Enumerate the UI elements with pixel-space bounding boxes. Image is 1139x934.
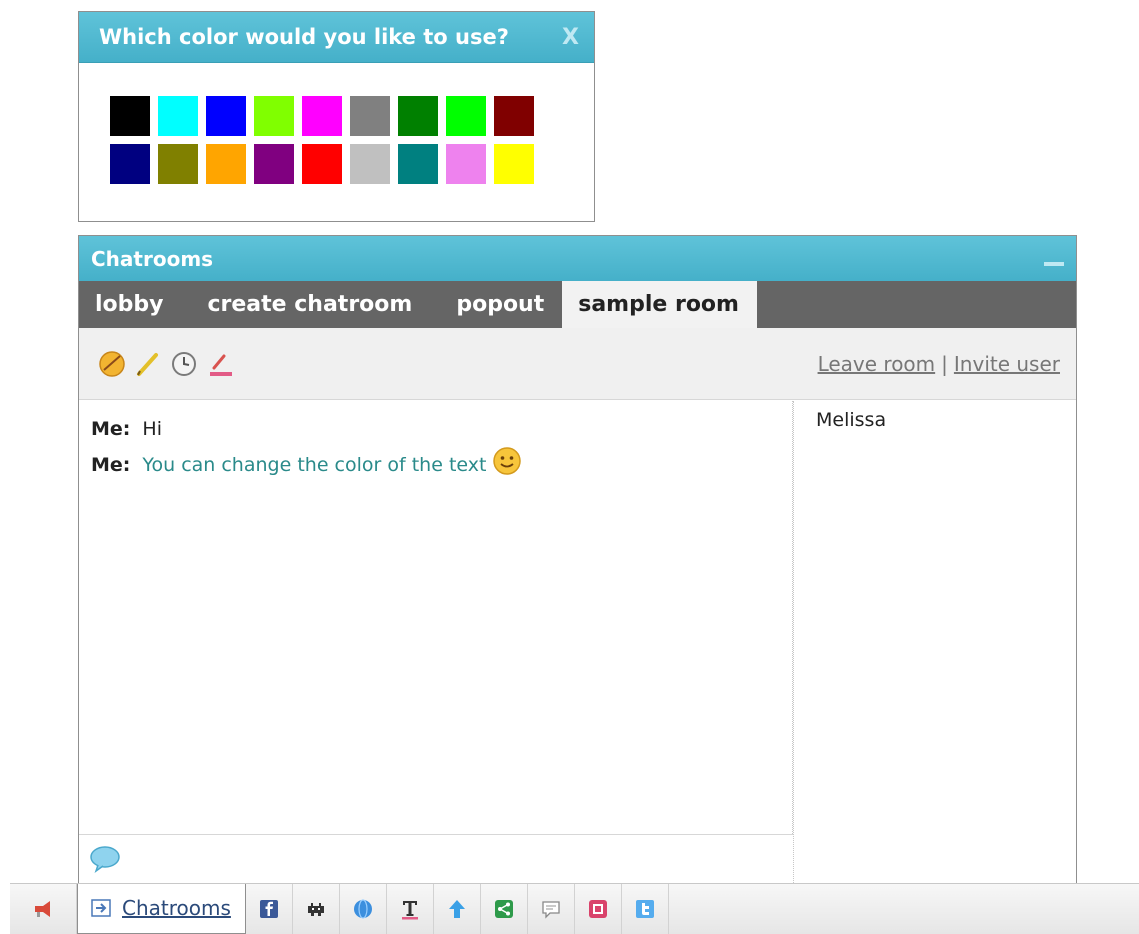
text-format-button[interactable]: [387, 884, 434, 934]
clock-icon: [172, 351, 196, 376]
smiley-icon: [99, 350, 125, 377]
notes-button[interactable]: [575, 884, 622, 934]
color-picker-title: Which color would you like to use?: [99, 25, 509, 49]
smiley-emoticon-icon: [493, 447, 522, 475]
chatrooms-bar-tab[interactable]: Chatrooms: [77, 883, 246, 934]
chatrooms-bar-label: Chatrooms: [122, 896, 231, 920]
chatrooms-icon: [91, 899, 111, 917]
color-swatch[interactable]: [350, 144, 390, 184]
speech-bubble-icon: [90, 846, 120, 873]
globe-icon: [353, 899, 372, 919]
link-separator: |: [941, 351, 948, 376]
user-list: Melissa: [793, 401, 1076, 883]
color-picker-popup: Which color would you like to use? X: [78, 11, 595, 222]
tab-lobby[interactable]: lobby: [79, 281, 192, 328]
chatrooms-title: Chatrooms: [91, 246, 214, 271]
chatrooms-header: Chatrooms: [79, 236, 1076, 281]
message-text: You can change the color of the text: [142, 454, 487, 476]
message-row: Me: Hi: [91, 411, 780, 447]
message-row: Me: You can change the color of the text: [91, 447, 780, 483]
leave-room-link[interactable]: Leave room: [818, 352, 936, 376]
announcements-button[interactable]: [10, 884, 77, 934]
note-icon: [588, 900, 607, 918]
color-swatch[interactable]: [302, 96, 342, 136]
chatroom-tabs: lobby create chatroom popout sample room: [79, 281, 1076, 328]
color-swatch[interactable]: [494, 144, 534, 184]
message-sender: Me:: [91, 454, 131, 476]
upload-arrow-icon: [448, 900, 465, 918]
upload-button[interactable]: [434, 884, 481, 934]
color-swatch[interactable]: [206, 96, 246, 136]
games-button[interactable]: [293, 884, 340, 934]
color-swatch[interactable]: [254, 96, 294, 136]
tab-popout[interactable]: popout: [440, 281, 562, 328]
message-text: Hi: [142, 418, 162, 440]
tab-sample-room[interactable]: sample room: [562, 281, 757, 328]
pencil-icon: [137, 352, 158, 376]
pencil-button[interactable]: [133, 349, 163, 379]
facebook-icon: [259, 900, 278, 918]
minimize-button[interactable]: [1044, 261, 1064, 266]
color-picker-header: Which color would you like to use? X: [79, 12, 594, 63]
invite-user-link[interactable]: Invite user: [954, 352, 1060, 376]
color-dropper-icon: [210, 354, 232, 376]
color-swatch-grid: [110, 96, 534, 184]
color-swatch[interactable]: [350, 96, 390, 136]
facebook-button[interactable]: [246, 884, 293, 934]
tab-create-chatroom[interactable]: create chatroom: [192, 281, 441, 328]
color-swatch[interactable]: [254, 144, 294, 184]
text-format-icon: [401, 901, 418, 920]
message-list: Me: Hi Me: You can change the color of t…: [79, 401, 793, 834]
chatrooms-window: Chatrooms lobby create chatroom popout s…: [78, 235, 1077, 884]
color-swatch[interactable]: [398, 144, 438, 184]
color-swatch[interactable]: [206, 144, 246, 184]
color-picker-button[interactable]: [205, 349, 235, 379]
smiley-button[interactable]: [97, 349, 127, 379]
user-list-item[interactable]: Melissa: [816, 409, 1054, 431]
share-button[interactable]: [481, 884, 528, 934]
twitter-button[interactable]: [622, 884, 669, 934]
message-sender: Me:: [91, 418, 131, 440]
comments-button[interactable]: [528, 884, 575, 934]
color-swatch[interactable]: [398, 96, 438, 136]
color-swatch[interactable]: [110, 96, 150, 136]
clock-button[interactable]: [169, 349, 199, 379]
twitter-icon: [635, 900, 654, 918]
space-invader-icon: [307, 903, 324, 916]
color-swatch[interactable]: [302, 144, 342, 184]
message-input[interactable]: [79, 834, 793, 883]
color-swatch[interactable]: [494, 96, 534, 136]
color-swatch[interactable]: [110, 144, 150, 184]
color-swatch[interactable]: [158, 144, 198, 184]
megaphone-icon: [35, 901, 50, 917]
color-swatch[interactable]: [446, 96, 486, 136]
close-button[interactable]: X: [562, 25, 579, 50]
web-button[interactable]: [340, 884, 387, 934]
color-swatch[interactable]: [446, 144, 486, 184]
chat-body: Me: Hi Me: You can change the color of t…: [79, 401, 1076, 883]
share-icon: [494, 900, 513, 918]
chat-toolbar: Leave room | Invite user: [79, 328, 1076, 400]
color-swatch[interactable]: [158, 96, 198, 136]
bottom-bar: Chatrooms: [10, 883, 1139, 934]
comment-bubble-icon: [542, 901, 560, 919]
